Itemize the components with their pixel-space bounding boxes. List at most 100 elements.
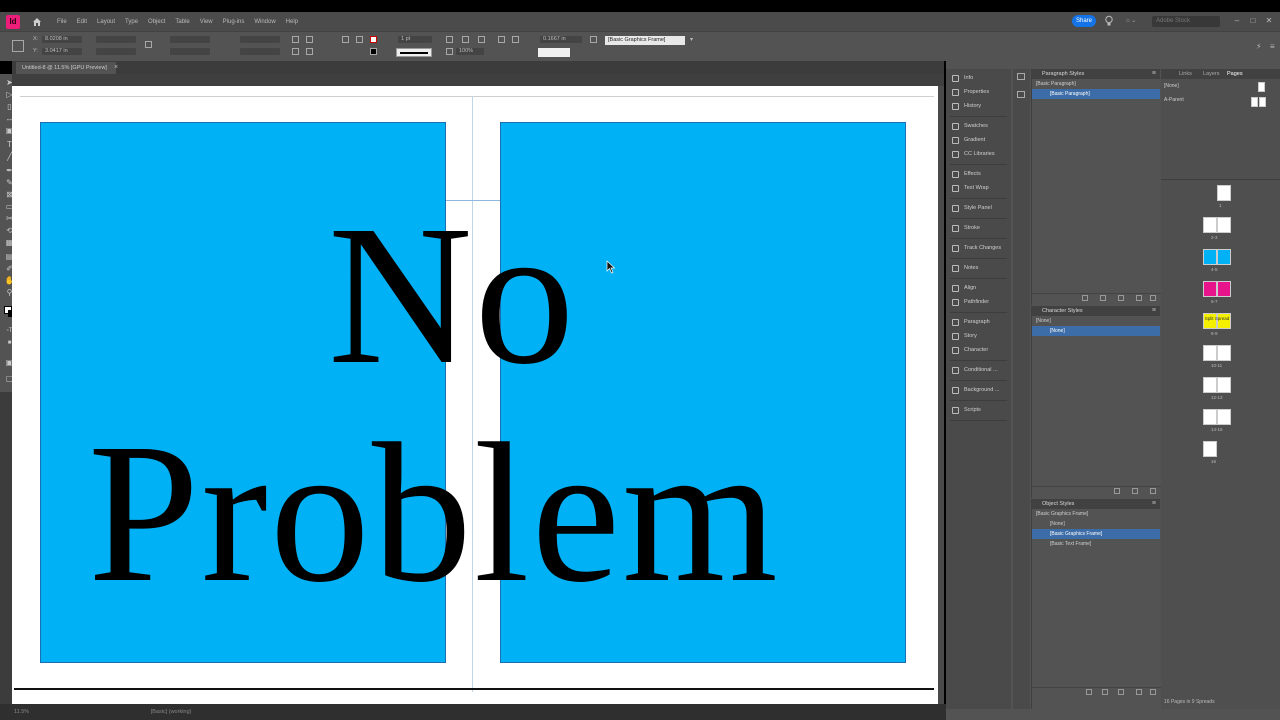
- rotate-cw-icon[interactable]: [292, 36, 299, 43]
- fill-swatch-icon[interactable]: [370, 36, 377, 43]
- object-style-select[interactable]: [Basic Graphics Frame]: [605, 36, 685, 45]
- menu-item-edit[interactable]: Edit: [72, 19, 92, 25]
- page-thumb[interactable]: [1203, 377, 1217, 393]
- dock-panel-cc-libraries[interactable]: CC Libraries: [952, 149, 995, 159]
- height-field[interactable]: [96, 48, 136, 55]
- dock-panel-text-wrap[interactable]: Text Wrap: [952, 183, 989, 193]
- workspace-switcher[interactable]: ⌂ ⌄: [1126, 17, 1136, 24]
- y-field[interactable]: 3.0417 in: [42, 48, 82, 55]
- object-styles-tab[interactable]: Object Styles ≡: [1032, 499, 1160, 509]
- opacity-field[interactable]: 100%: [456, 48, 484, 55]
- home-icon[interactable]: [32, 17, 42, 27]
- control-menu-icon[interactable]: ≡: [1270, 42, 1277, 51]
- menu-item-layout[interactable]: Layout: [92, 19, 120, 25]
- select-container-icon[interactable]: [342, 36, 349, 43]
- page-thumb[interactable]: [1203, 345, 1217, 361]
- scale-y-field[interactable]: [170, 48, 210, 55]
- stroke-weight-field[interactable]: 1 pt: [398, 36, 432, 43]
- dock-panel-character[interactable]: Character: [952, 345, 988, 355]
- width-field[interactable]: [96, 36, 136, 43]
- dock-panel-info[interactable]: Info: [952, 73, 973, 83]
- menu-item-type[interactable]: Type: [120, 19, 143, 25]
- delete-style-icon[interactable]: [1150, 295, 1156, 301]
- page-thumb[interactable]: [1217, 249, 1231, 265]
- paragraph-style-row[interactable]: [Basic Paragraph]: [1032, 89, 1160, 99]
- new-style-icon[interactable]: [1136, 295, 1142, 301]
- close-icon[interactable]: ✕: [1264, 16, 1274, 26]
- menu-item-file[interactable]: File: [52, 19, 72, 25]
- page-thumb[interactable]: [1217, 345, 1231, 361]
- character-styles-tab[interactable]: Character Styles ≡: [1032, 306, 1160, 316]
- menu-item-view[interactable]: View: [195, 19, 218, 25]
- object-style-row[interactable]: [Basic Text Frame]: [1032, 539, 1160, 549]
- new-style-icon[interactable]: [1118, 689, 1124, 695]
- dock-panel-conditional[interactable]: Conditional ...: [952, 365, 998, 375]
- new-style-icon[interactable]: [1136, 689, 1142, 695]
- effect-color-swatch[interactable]: [538, 48, 570, 57]
- page-thumb[interactable]: [1217, 217, 1231, 233]
- dock-panel-story[interactable]: Story: [952, 331, 977, 341]
- master-none[interactable]: [None]: [1164, 83, 1179, 89]
- dock-panel-notes[interactable]: Notes: [952, 263, 978, 273]
- new-folder-icon[interactable]: [1118, 295, 1124, 301]
- shear-field[interactable]: [240, 48, 280, 55]
- maximize-icon[interactable]: □: [1248, 16, 1258, 26]
- drop-shadow-icon[interactable]: [498, 36, 505, 43]
- page-thumb[interactable]: [1217, 377, 1231, 393]
- dock-panel-stroke[interactable]: Stroke: [952, 223, 980, 233]
- style-dropdown-icon[interactable]: ▾: [690, 36, 697, 43]
- lightbulb-icon[interactable]: [1104, 15, 1114, 27]
- master-a-left-thumb[interactable]: [1251, 97, 1258, 107]
- delete-style-icon[interactable]: [1150, 689, 1156, 695]
- zoom-level[interactable]: 11.5%: [14, 709, 29, 715]
- delete-style-icon[interactable]: [1150, 488, 1156, 494]
- master-none-thumb[interactable]: [1258, 82, 1265, 92]
- panel-menu-icon[interactable]: ≡: [1152, 499, 1156, 509]
- effects-icon[interactable]: [512, 36, 519, 43]
- stroke-type-select[interactable]: [396, 48, 432, 57]
- page-thumb[interactable]: [1217, 281, 1231, 297]
- menu-item-table[interactable]: Table: [170, 19, 194, 25]
- tab-layers[interactable]: Layers: [1203, 69, 1220, 79]
- clear-overrides-icon[interactable]: [1102, 689, 1108, 695]
- select-content-icon[interactable]: [356, 36, 363, 43]
- tab-pages[interactable]: Pages: [1227, 69, 1243, 79]
- dock-panel-track-changes[interactable]: Track Changes: [952, 243, 1001, 253]
- dock-panel-swatches[interactable]: Swatches: [952, 121, 988, 131]
- preflight-status[interactable]: [Basic] (working): [151, 709, 192, 715]
- clear-overrides-icon[interactable]: [1100, 295, 1106, 301]
- minimize-icon[interactable]: –: [1232, 16, 1242, 26]
- menu-item-object[interactable]: Object: [143, 19, 170, 25]
- flip-vertical-icon[interactable]: [306, 48, 313, 55]
- menu-item-window[interactable]: Window: [249, 19, 280, 25]
- reference-point-icon[interactable]: [12, 40, 24, 52]
- master-a-parent[interactable]: A-Parent: [1164, 97, 1184, 103]
- character-styles-icon[interactable]: [1017, 91, 1025, 98]
- fitting-icon[interactable]: [446, 36, 453, 43]
- left-page-blue-frame[interactable]: [40, 122, 446, 663]
- effect-size-field[interactable]: 0.1667 in: [540, 36, 582, 43]
- dock-panel-properties[interactable]: Properties: [952, 87, 989, 97]
- character-style-row[interactable]: [None]: [1032, 326, 1160, 336]
- page-thumb[interactable]: [1203, 441, 1217, 457]
- fit-content-icon[interactable]: [478, 36, 485, 43]
- stock-search-input[interactable]: Adobe Stock: [1152, 16, 1220, 27]
- dock-panel-history[interactable]: History: [952, 101, 981, 111]
- page-thumb[interactable]: [1203, 409, 1217, 425]
- panel-menu-icon[interactable]: ≡: [1152, 69, 1156, 79]
- dock-panel-effects[interactable]: Effects: [952, 169, 981, 179]
- page-thumb[interactable]: [1217, 409, 1231, 425]
- dock-panel-scripts[interactable]: Scripts: [952, 405, 981, 415]
- page-thumb[interactable]: [1203, 281, 1217, 297]
- fit-frame-icon[interactable]: [462, 36, 469, 43]
- dock-panel-paragraph[interactable]: Paragraph: [952, 317, 990, 327]
- document-canvas[interactable]: No Problem: [12, 74, 944, 704]
- flip-horizontal-icon[interactable]: [292, 48, 299, 55]
- style-group-icon[interactable]: [1082, 295, 1088, 301]
- new-folder-icon[interactable]: [1086, 689, 1092, 695]
- rotation-field[interactable]: [240, 36, 280, 43]
- panel-menu-icon[interactable]: ≡: [1152, 306, 1156, 316]
- page-thumb[interactable]: [1203, 249, 1217, 265]
- object-style-row[interactable]: [None]: [1032, 519, 1160, 529]
- dock-panel-background[interactable]: Background ...: [952, 385, 999, 395]
